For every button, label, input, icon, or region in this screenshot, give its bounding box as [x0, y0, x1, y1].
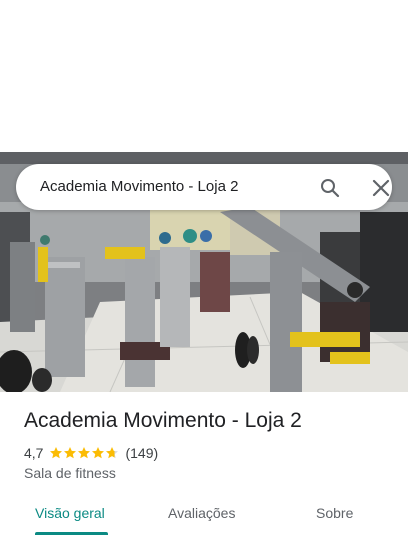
star-icon: [78, 447, 91, 459]
tab-overview[interactable]: Visão geral: [35, 505, 105, 521]
search-bar[interactable]: Academia Movimento - Loja 2: [16, 164, 392, 210]
star-icon: [64, 447, 77, 459]
tab-reviews[interactable]: Avaliações: [168, 505, 235, 521]
active-tab-indicator: [35, 532, 108, 535]
star-rating: [49, 446, 119, 460]
place-category[interactable]: Sala de fitness: [24, 465, 116, 481]
search-query[interactable]: Academia Movimento - Loja 2: [40, 178, 238, 195]
rating-value: 4,7: [24, 445, 44, 461]
star-icon: [50, 447, 63, 459]
place-title: Academia Movimento - Loja 2: [24, 409, 302, 432]
star-icon: [92, 447, 105, 459]
star-icon: [106, 447, 119, 459]
review-count[interactable]: (149): [125, 445, 158, 461]
close-icon[interactable]: [369, 176, 393, 200]
rating-row[interactable]: 4,7 (149): [24, 444, 158, 462]
search-icon[interactable]: [318, 176, 342, 200]
tab-bar: Visão geral Avaliações Sobre: [0, 498, 408, 538]
tab-about[interactable]: Sobre: [316, 505, 353, 521]
